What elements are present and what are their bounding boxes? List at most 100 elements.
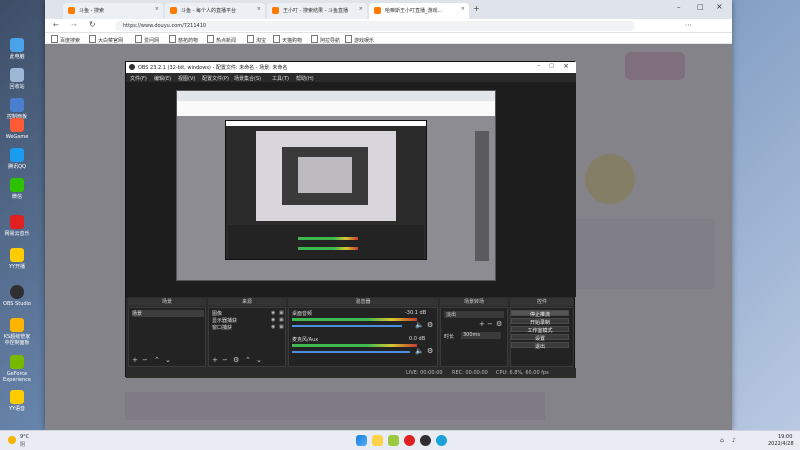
lock-icon[interactable]: ▣ xyxy=(279,310,284,316)
desktop-icon-yy-voice[interactable]: YY语音 xyxy=(2,390,32,412)
close-icon[interactable]: × xyxy=(155,6,159,12)
close-icon[interactable]: × xyxy=(257,6,261,12)
stop-streaming-button[interactable]: 停止推流 xyxy=(511,310,569,318)
source-item[interactable]: 窗口捕获 xyxy=(212,324,232,331)
minimize-button[interactable]: – xyxy=(677,3,681,11)
tab-live-room[interactable]: 哈嘛斯王小叮直播_游戏... × xyxy=(369,3,469,19)
studio-mode-button[interactable]: 工作室模式 xyxy=(511,326,569,334)
menu-icon[interactable]: ⋯ xyxy=(685,21,692,29)
clock-date[interactable]: 2022/4/28 xyxy=(768,441,794,447)
mixer-dock-title: 混音器 xyxy=(288,298,438,306)
volume-slider[interactable] xyxy=(292,351,410,353)
remove-icon[interactable]: − xyxy=(487,320,493,328)
remove-icon[interactable]: − xyxy=(222,356,228,364)
yy-voice-icon xyxy=(10,390,24,404)
bookmark-item[interactable]: 天猫购物 xyxy=(273,35,302,44)
bookmark-item[interactable]: 慈拓药物 xyxy=(169,35,198,44)
network-icon[interactable]: ⌂ xyxy=(720,437,724,444)
eye-icon[interactable]: ◉ xyxy=(271,317,275,323)
menu-edit[interactable]: 编辑(E) xyxy=(154,75,171,82)
eye-icon[interactable]: ◉ xyxy=(271,324,275,330)
add-icon[interactable]: + xyxy=(479,320,485,328)
close-icon[interactable]: × xyxy=(461,6,465,12)
edge-icon[interactable] xyxy=(436,435,447,446)
menu-scene-collection[interactable]: 场景集合(S) xyxy=(234,75,261,82)
maximize-button[interactable]: □ xyxy=(697,3,704,11)
menu-profile[interactable]: 配置文件(P) xyxy=(202,75,229,82)
desktop-icon-wechat[interactable]: 微信 xyxy=(2,178,32,200)
netease-music-icon[interactable] xyxy=(404,435,415,446)
exit-button[interactable]: 退出 xyxy=(511,342,569,350)
desktop-icon-geforce[interactable]: GeForce Experience xyxy=(2,355,32,383)
gear-icon[interactable]: ⚙ xyxy=(427,347,433,355)
add-icon[interactable]: + xyxy=(212,356,218,364)
lock-icon[interactable]: ▣ xyxy=(279,317,284,323)
forward-icon[interactable]: → xyxy=(71,21,77,29)
remove-icon[interactable]: − xyxy=(142,356,148,364)
source-item[interactable]: 显示器捕获 xyxy=(212,317,237,324)
settings-button[interactable]: 设置 xyxy=(511,334,569,342)
speaker-icon[interactable]: 🔈 xyxy=(415,321,424,329)
app-icon[interactable] xyxy=(388,435,399,446)
bookmark-item[interactable]: 阿拉导航 xyxy=(311,35,340,44)
qq-icon xyxy=(10,148,24,162)
bookmark-item[interactable]: 淘宝 xyxy=(247,35,266,44)
refresh-icon[interactable]: ↻ xyxy=(89,20,96,29)
desktop-icon-obs[interactable]: OBS Studio xyxy=(2,285,32,307)
source-item[interactable]: 图像 xyxy=(212,310,222,317)
tab-search-results[interactable]: 王小叮 - 搜索结果 - 斗鱼直播 × xyxy=(267,3,367,19)
duration-input[interactable]: 300ms xyxy=(461,332,501,339)
move-up-icon[interactable]: ⌃ xyxy=(245,356,251,364)
menu-tools[interactable]: 工具(T) xyxy=(272,75,289,82)
volume-slider[interactable] xyxy=(292,325,402,327)
lock-icon[interactable]: ▣ xyxy=(279,324,284,330)
desktop-icon-qq[interactable]: 腾讯QQ xyxy=(2,148,32,170)
start-recording-button[interactable]: 开始录制 xyxy=(511,318,569,326)
desktop-icon-ks-manager[interactable]: KS超级管家中控制面板 xyxy=(2,318,32,346)
gear-icon[interactable]: ⚙ xyxy=(427,321,433,329)
scene-item[interactable]: 场景 xyxy=(132,310,204,317)
close-window-button[interactable]: × xyxy=(716,2,723,11)
menu-help[interactable]: 帮助(H) xyxy=(296,75,314,82)
url-input[interactable]: https://www.douyu.com/7211410 xyxy=(115,21,635,31)
obs-close-button[interactable]: × xyxy=(563,62,569,70)
weather-temp[interactable]: 9°C xyxy=(20,434,29,440)
desktop-icon-this-pc[interactable]: 此电脑 xyxy=(2,38,32,60)
desktop-icon-recycle-bin[interactable]: 回收站 xyxy=(2,68,32,90)
gear-icon[interactable]: ⚙ xyxy=(496,320,502,328)
bookmark-item[interactable]: 游戏娱乐 xyxy=(345,35,374,44)
back-icon[interactable]: ← xyxy=(53,21,59,29)
bookmark-item[interactable]: 百度搜索 xyxy=(51,35,80,44)
obs-maximize-button[interactable]: □ xyxy=(549,63,554,69)
gear-icon[interactable]: ⚙ xyxy=(233,356,239,364)
bookmark-item[interactable]: 热点新闻 xyxy=(207,35,236,44)
start-icon[interactable] xyxy=(356,435,367,446)
bookmark-item[interactable]: 爱问网 xyxy=(135,35,159,44)
tab-douyu-home[interactable]: 斗鱼 - 每个人的直播平台 × xyxy=(165,3,265,19)
obs-minimize-button[interactable]: – xyxy=(538,63,541,69)
transition-select[interactable]: 淡出 xyxy=(444,311,504,318)
move-down-icon[interactable]: ⌄ xyxy=(165,356,171,364)
add-icon[interactable]: + xyxy=(132,356,138,364)
new-tab-button[interactable]: + xyxy=(473,4,480,13)
obs-preview[interactable] xyxy=(126,82,576,297)
file-explorer-icon[interactable] xyxy=(372,435,383,446)
menu-view[interactable]: 视图(V) xyxy=(178,75,195,82)
desktop-icon-yy-live[interactable]: YY开播 xyxy=(2,248,32,270)
obs-icon[interactable] xyxy=(420,435,431,446)
desktop-icon-control-panel[interactable]: 控制面板 xyxy=(2,98,32,120)
sources-dock: 图像 显示器捕获 窗口捕获 ◉ ▣ ◉ ▣ ◉ ▣ + − ⚙ ⌃ ⌄ xyxy=(208,307,286,367)
menu-file[interactable]: 文件(F) xyxy=(130,75,147,82)
desktop-icon-netease-music[interactable]: 网易云音乐 xyxy=(2,215,32,237)
speaker-icon[interactable]: 🔈 xyxy=(415,347,424,355)
volume-icon[interactable]: ♪ xyxy=(732,437,736,444)
ks-manager-icon xyxy=(10,318,24,332)
eye-icon[interactable]: ◉ xyxy=(271,310,275,316)
bookmark-item[interactable]: 大白菜官网 xyxy=(89,35,123,44)
clock-time[interactable]: 19:00 xyxy=(778,434,792,440)
desktop-icon-wegame[interactable]: WeGame xyxy=(2,118,32,140)
move-down-icon[interactable]: ⌄ xyxy=(256,356,262,364)
tab-douyu-search[interactable]: 斗鱼 - 搜索 × xyxy=(63,3,163,19)
move-up-icon[interactable]: ⌃ xyxy=(154,356,160,364)
close-icon[interactable]: × xyxy=(359,6,363,12)
